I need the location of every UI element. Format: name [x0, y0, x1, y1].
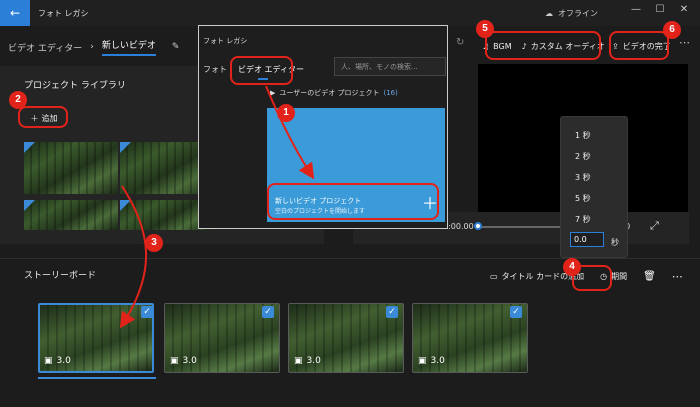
library-title: プロジェクト ライブラリ	[24, 81, 126, 91]
cloud-off-icon: ☁	[545, 9, 553, 18]
clip-duration: ▣ 3.0	[44, 356, 71, 366]
minimize-icon[interactable]: —	[629, 4, 643, 18]
search-input[interactable]: 人、場所、モノの検索...	[334, 57, 446, 76]
trash-icon[interactable]: 🗑	[643, 271, 656, 282]
clip-duration-value: 3.0	[306, 356, 321, 366]
seek-track[interactable]	[475, 226, 560, 228]
more-options-icon[interactable]: ⋯	[679, 36, 690, 49]
user-projects-label: ユーザーのビデオ プロジェクト	[279, 89, 380, 97]
popup-title: フォト レガシ	[203, 37, 248, 45]
image-icon: ▣	[170, 356, 179, 366]
selection-indicator	[38, 377, 156, 379]
fullscreen-icon[interactable]: ⤢	[650, 219, 659, 233]
annotation-ring	[230, 56, 293, 85]
title-card-icon: ▭	[490, 272, 498, 281]
clip-duration: ▣ 3.0	[294, 356, 321, 366]
thumbnail-corner-marker	[120, 200, 131, 211]
clip-checkbox[interactable]: ✓	[510, 306, 522, 318]
clip-duration-value: 3.0	[430, 356, 445, 366]
duration-option[interactable]: 3 秒	[575, 172, 591, 183]
annotation-ring	[609, 31, 669, 60]
video-icon: ▶	[270, 89, 276, 97]
image-icon: ▣	[418, 356, 427, 366]
clip-duration: ▣ 3.0	[170, 356, 197, 366]
annotation-badge: 1	[277, 104, 295, 122]
clip-duration-value: 3.0	[56, 356, 71, 366]
storyboard-title: ストーリーボード	[24, 271, 97, 281]
thumbnail-corner-marker	[24, 200, 35, 211]
tab-photo[interactable]: フォト	[203, 64, 227, 75]
pencil-icon[interactable]: ✎	[172, 42, 180, 52]
library-thumbnail[interactable]	[24, 200, 118, 230]
offline-status: ☁ オフライン	[545, 8, 598, 19]
close-icon[interactable]: ✕	[677, 4, 691, 18]
duration-unit: 秒	[611, 238, 619, 247]
annotation-ring	[18, 106, 68, 128]
clip-duration-value: 3.0	[182, 356, 197, 366]
clip-checkbox[interactable]: ✓	[141, 306, 153, 318]
clip-checkbox[interactable]: ✓	[262, 306, 274, 318]
library-thumbnail[interactable]	[24, 142, 118, 194]
annotation-badge: 6	[663, 21, 681, 39]
duration-option[interactable]: 5 秒	[575, 193, 591, 204]
user-projects-header[interactable]: ▶ ユーザーのビデオ プロジェクト (16)	[270, 88, 398, 98]
chevron-right-icon: ›	[90, 42, 94, 52]
annotation-ring	[485, 31, 601, 60]
app-title: フォト レガシ	[38, 9, 89, 18]
image-icon: ▣	[294, 356, 303, 366]
user-projects-count: (16)	[383, 89, 398, 97]
annotation-badge: 5	[476, 20, 494, 38]
back-button[interactable]: ←	[0, 0, 30, 26]
seek-handle[interactable]	[474, 222, 482, 230]
clip-checkbox[interactable]: ✓	[386, 306, 398, 318]
duration-input[interactable]: 0.0	[570, 232, 604, 247]
more-options-icon[interactable]: ⋯	[672, 270, 683, 283]
breadcrumb: ビデオ エディター › 新しいビデオ ✎	[8, 38, 179, 56]
thumbnail-corner-marker	[24, 142, 35, 153]
annotation-ring	[267, 183, 439, 220]
annotation-badge: 4	[563, 258, 581, 276]
image-icon: ▣	[44, 356, 53, 366]
breadcrumb-current: 新しいビデオ	[101, 38, 156, 56]
annotation-badge: 2	[9, 91, 27, 109]
annotation-badge: 3	[145, 234, 163, 252]
offline-label: オフライン	[558, 9, 598, 18]
breadcrumb-root[interactable]: ビデオ エディター	[8, 41, 82, 54]
redo-icon[interactable]: ↻	[456, 37, 464, 48]
maximize-icon[interactable]: ☐	[653, 4, 667, 18]
duration-option[interactable]: 1 秒	[575, 130, 591, 141]
arrow-left-icon: ←	[9, 6, 21, 20]
clip-duration: ▣ 3.0	[418, 356, 445, 366]
duration-label: 期間	[611, 272, 628, 281]
thumbnail-corner-marker	[120, 142, 131, 153]
divider	[0, 258, 700, 259]
duration-option[interactable]: 7 秒	[575, 214, 591, 225]
duration-option[interactable]: 2 秒	[575, 151, 591, 162]
